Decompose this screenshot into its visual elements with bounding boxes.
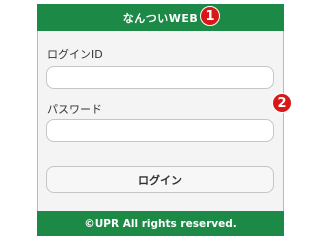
login-button-label: ログイン bbox=[138, 173, 182, 187]
annotation-badge-2: 2 bbox=[272, 93, 292, 113]
login-id-label: ログインID bbox=[47, 48, 103, 61]
copyright-text: ©UPR All rights reserved. bbox=[84, 217, 237, 230]
footer-bar: ©UPR All rights reserved. bbox=[37, 211, 284, 236]
annotation-badge-1: 1 bbox=[200, 6, 220, 26]
annotation-number: 1 bbox=[205, 8, 215, 24]
password-label: パスワード bbox=[47, 103, 102, 116]
app-title: なんついWEB bbox=[122, 11, 199, 25]
password-input[interactable] bbox=[46, 119, 274, 142]
login-button[interactable]: ログイン bbox=[46, 166, 274, 193]
login-id-input[interactable] bbox=[46, 66, 274, 89]
annotation-number: 2 bbox=[277, 95, 287, 111]
header-bar: なんついWEB bbox=[37, 4, 284, 31]
